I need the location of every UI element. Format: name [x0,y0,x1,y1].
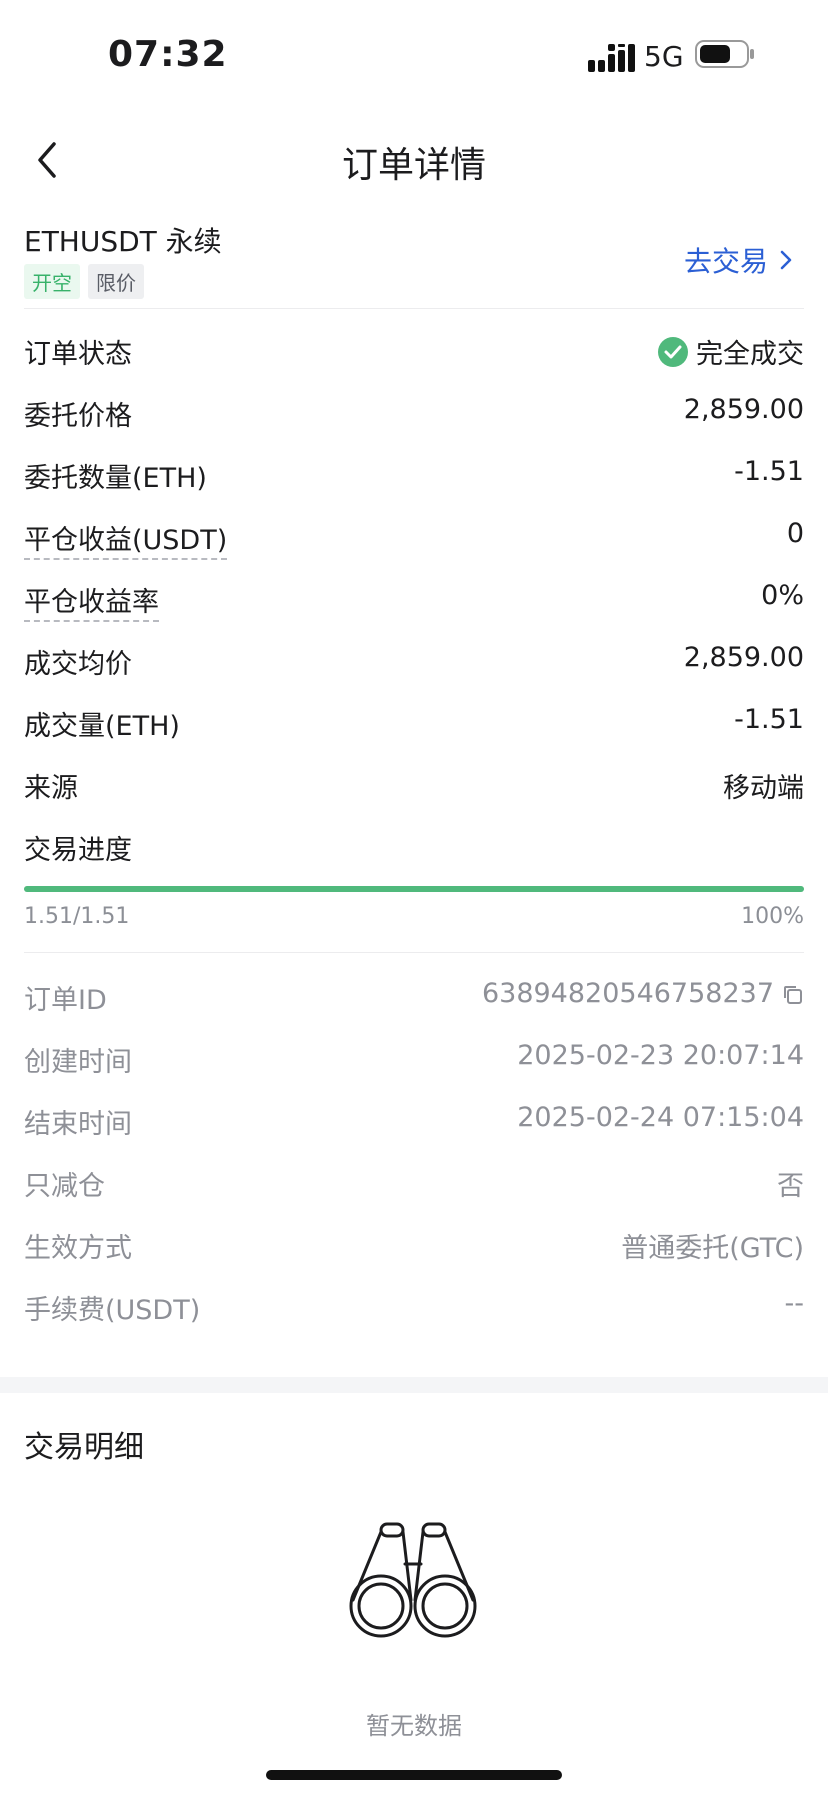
detail-row-close-pnl-rate: 平仓收益率 0% [0,568,828,630]
detail-value: -1.51 [734,704,804,735]
go-trade-label: 去交易 [683,245,768,278]
progress-percent: 100% [741,904,804,929]
home-indicator[interactable] [266,1770,562,1780]
detail-row-status: 订单状态 完全成交 [0,320,828,382]
order-details: 订单状态 完全成交 委托价格 2,859.00 委托数量(ETH) -1.51 … [0,320,828,878]
order-header: ETHUSDT 永续 开空 限价 去交易 [0,210,828,308]
binoculars-icon [349,1522,477,1638]
info-value: 否 [777,1171,804,1202]
detail-value: 2,859.00 [683,394,804,425]
detail-label-tooltip[interactable]: 平仓收益率 [24,580,159,622]
detail-value: 0 [786,518,804,549]
order-type-tag: 限价 [88,264,144,299]
status-text: 完全成交 [696,339,804,370]
info-value: 普通委托(GTC) [621,1233,804,1264]
detail-label: 交易进度 [24,835,132,866]
info-label: 生效方式 [24,1233,132,1264]
divider [24,952,804,953]
order-tags: 开空 限价 [24,264,144,299]
info-row-reduce-only: 只减仓 否 [0,1152,828,1214]
info-row-fee: 手续费(USDT) -- [0,1276,828,1338]
detail-row-source: 来源 移动端 [0,754,828,816]
order-id-text: 638948205467582​37 [481,978,774,1009]
page-title: 订单详情 [341,145,486,186]
section-separator [0,1377,828,1393]
info-value: -- [784,1288,805,1319]
trade-progress-bar [24,886,804,892]
empty-state-text: 暂无数据 [366,1712,462,1740]
status-time: 07:32 [108,34,228,75]
detail-row-filled-qty: 成交量(ETH) -1.51 [0,692,828,754]
detail-value: 0% [761,580,804,611]
order-id-value[interactable]: 638948205467582​37 [482,978,804,1009]
info-label: 只减仓 [24,1171,105,1202]
detail-value: 2,859.00 [683,642,804,673]
navigation-bar: 订单详情 [0,110,828,210]
detail-label: 委托数量(ETH) [24,463,207,494]
progress-filled-text: 1.51/1.51 [24,904,130,929]
trade-progress-fill [24,886,804,892]
detail-label-tooltip[interactable]: 平仓收益(USDT) [24,518,228,560]
detail-label: 成交均价 [24,649,132,680]
detail-row-avg-price: 成交均价 2,859.00 [0,630,828,692]
info-row-created: 创建时间 2025-02-23 20:07:14 [0,1028,828,1090]
info-label: 手续费(USDT) [24,1295,201,1326]
contract-symbol: ETHUSDT 永续 [24,225,222,258]
detail-row-price: 委托价格 2,859.00 [0,382,828,444]
detail-row-quantity: 委托数量(ETH) -1.51 [0,444,828,506]
go-trade-link[interactable]: 去交易 [684,240,794,280]
detail-row-close-pnl: 平仓收益(USDT) 0 [0,506,828,568]
info-value: 2025-02-24 07:15:04 [517,1102,804,1133]
detail-label: 成交量(ETH) [24,711,180,742]
trade-detail-title: 交易明细 [24,1430,144,1465]
network-label: 5G [644,40,684,73]
chevron-right-icon [780,250,792,270]
info-row-ended: 结束时间 2025-02-24 07:15:04 [0,1090,828,1152]
status-bar: 07:32 5G [0,0,828,110]
signal-icon [588,44,635,72]
info-label: 创建时间 [24,1047,132,1078]
info-row-order-id: 订单ID 638948205467582​37 [0,966,828,1028]
info-label: 订单ID [24,985,107,1016]
detail-label: 订单状态 [24,339,132,370]
detail-label: 委托价格 [24,401,132,432]
detail-row-progress: 交易进度 [0,816,828,878]
battery-icon [695,40,754,68]
divider [24,308,804,309]
info-row-time-in-force: 生效方式 普通委托(GTC) [0,1214,828,1276]
order-info: 订单ID 638948205467582​37 创建时间 2025-02-23 … [0,966,828,1338]
status-value: 完全成交 [658,332,804,371]
check-circle-icon [658,336,688,367]
detail-value: 移动端 [723,773,804,804]
copy-icon[interactable] [782,984,804,1006]
detail-value: -1.51 [734,456,804,487]
info-label: 结束时间 [24,1109,132,1140]
info-value: 2025-02-23 20:07:14 [517,1040,804,1071]
side-tag: 开空 [24,264,80,299]
detail-label: 来源 [24,773,78,804]
